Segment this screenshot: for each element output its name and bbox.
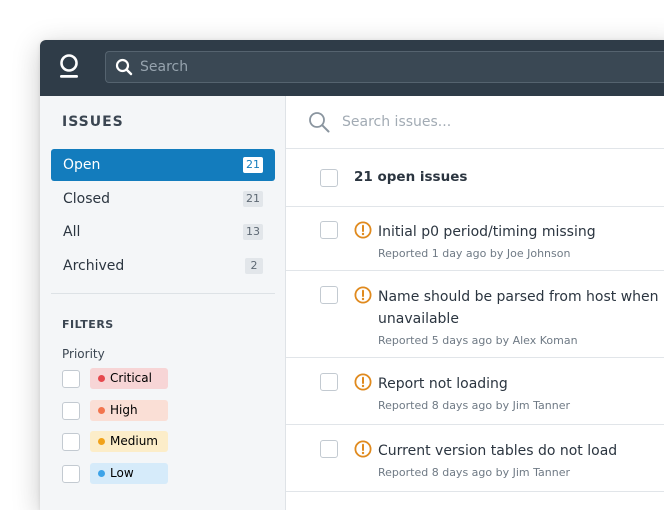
warning-icon bbox=[354, 373, 372, 391]
nav-item-closed[interactable]: Closed 21 bbox=[51, 183, 275, 215]
nav-count-badge: 13 bbox=[243, 224, 263, 241]
priority-tag-high: High bbox=[90, 399, 168, 421]
global-search-input[interactable] bbox=[140, 52, 540, 82]
nav-item-open[interactable]: Open 21 bbox=[51, 149, 275, 181]
sidebar: ISSUES Open 21 Closed 21 All 13 Archived… bbox=[40, 96, 286, 510]
issue-checkbox[interactable] bbox=[320, 286, 338, 304]
issue-meta: Reported 8 days ago by Jim Tanner bbox=[378, 466, 570, 479]
critical-dot-icon bbox=[98, 375, 105, 382]
issue-row[interactable]: Report not loading Reported 8 days ago b… bbox=[286, 358, 664, 425]
app-window: ISSUES Open 21 Closed 21 All 13 Archived… bbox=[40, 40, 664, 510]
priority-filter-low[interactable]: Low bbox=[62, 462, 262, 485]
priority-tag-low: Low bbox=[90, 462, 168, 484]
high-dot-icon bbox=[98, 406, 105, 414]
priority-tag-label: Critical bbox=[110, 371, 152, 385]
top-bar bbox=[40, 40, 664, 96]
issue-checkbox[interactable] bbox=[320, 440, 338, 458]
priority-checkbox-low[interactable] bbox=[62, 464, 80, 483]
issue-checkbox[interactable] bbox=[320, 373, 338, 391]
sidebar-divider bbox=[51, 293, 275, 294]
nav-item-label: Open bbox=[63, 157, 101, 173]
priority-filter-medium[interactable]: Medium bbox=[62, 431, 262, 453]
issue-checkbox[interactable] bbox=[320, 221, 338, 239]
global-search-box[interactable] bbox=[105, 51, 664, 83]
main-panel: 21 open issues Initial p0 period/timing … bbox=[286, 96, 664, 510]
low-dot-icon bbox=[98, 469, 105, 477]
issue-row[interactable]: Current version tables do not load Repor… bbox=[286, 425, 664, 492]
search-icon bbox=[115, 58, 133, 76]
nav-item-all[interactable]: All 13 bbox=[51, 216, 275, 248]
nav-item-label: All bbox=[63, 224, 81, 241]
issue-title[interactable]: Name should be parsed from host when una… bbox=[378, 286, 664, 330]
filters-heading: FILTERS bbox=[62, 318, 114, 331]
nav-item-label: Archived bbox=[63, 257, 125, 274]
warning-icon bbox=[354, 286, 372, 304]
warning-icon bbox=[354, 440, 372, 458]
issue-row[interactable]: Name should be parsed from host when una… bbox=[286, 271, 664, 358]
nav-item-label: Closed bbox=[63, 190, 111, 207]
issue-title[interactable]: Report not loading bbox=[378, 373, 664, 395]
nav-count-badge: 21 bbox=[243, 190, 263, 207]
nav-item-archived[interactable]: Archived 2 bbox=[51, 250, 275, 282]
priority-checkbox-critical[interactable] bbox=[62, 370, 80, 388]
issue-list-header: 21 open issues bbox=[286, 148, 664, 207]
priority-tag-medium: Medium bbox=[90, 431, 168, 452]
issue-title[interactable]: Current version tables do not load bbox=[378, 440, 664, 462]
sidebar-heading: ISSUES bbox=[62, 114, 124, 130]
issue-meta: Reported 5 days ago by Alex Koman bbox=[378, 334, 578, 347]
priority-checkbox-medium[interactable] bbox=[62, 433, 80, 451]
medium-dot-icon bbox=[98, 438, 105, 445]
issue-search-input[interactable] bbox=[342, 106, 642, 138]
select-all-checkbox[interactable] bbox=[320, 169, 338, 187]
app-logo-icon[interactable] bbox=[57, 53, 81, 81]
priority-filter-high[interactable]: High bbox=[62, 399, 262, 422]
issue-nav: Open 21 Closed 21 All 13 Archived 2 bbox=[51, 149, 275, 283]
issue-row[interactable]: Initial p0 period/timing missing Reporte… bbox=[286, 206, 664, 271]
priority-tag-label: Medium bbox=[110, 434, 158, 448]
priority-label: Priority bbox=[62, 347, 105, 361]
priority-tag-critical: Critical bbox=[90, 368, 168, 389]
issue-meta: Reported 1 day ago by Joe Johnson bbox=[378, 247, 571, 260]
priority-checkbox-high[interactable] bbox=[62, 401, 80, 420]
warning-icon bbox=[354, 221, 372, 239]
priority-tag-label: Low bbox=[110, 465, 134, 480]
nav-count-badge: 21 bbox=[243, 157, 263, 173]
issue-title[interactable]: Initial p0 period/timing missing bbox=[378, 221, 664, 243]
nav-count-badge: 2 bbox=[245, 257, 263, 274]
priority-tag-label: High bbox=[110, 402, 138, 417]
issue-list-title: 21 open issues bbox=[354, 169, 468, 185]
search-icon bbox=[309, 112, 330, 133]
issue-search-bar bbox=[286, 96, 664, 149]
issue-meta: Reported 8 days ago by Jim Tanner bbox=[378, 399, 570, 412]
priority-filter-critical[interactable]: Critical bbox=[62, 368, 262, 390]
